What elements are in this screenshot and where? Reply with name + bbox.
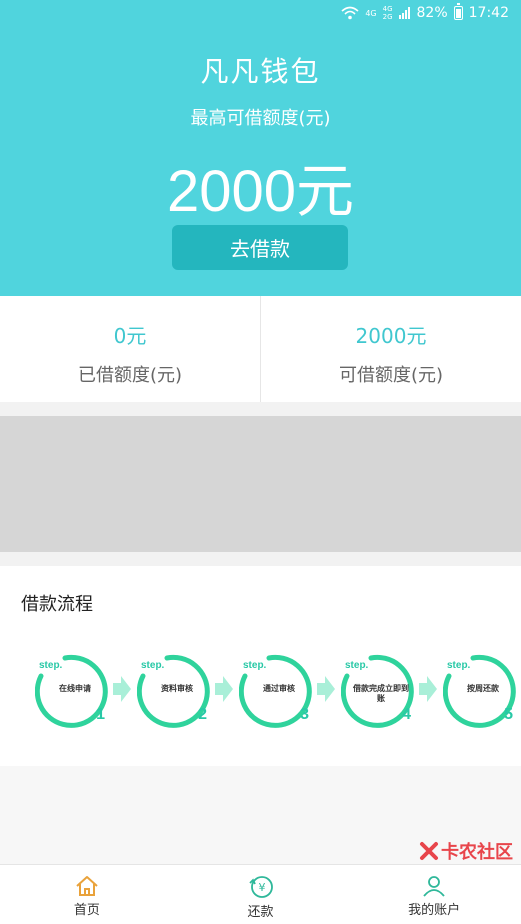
battery-percent: 82% [416,5,448,21]
home-icon [76,876,98,896]
step-text: 通过审核 [263,684,295,693]
borrowed-credit-stat: 0元 已借额度(元) [0,296,260,402]
step-number: 3 [300,706,309,723]
process-step-3: step. 通过审核 3 [239,654,315,730]
network-dual-label: 4G 2G [382,5,393,21]
step-number: 2 [198,706,207,723]
process-step-1: step. 在线申请 1 [35,654,111,730]
hero-header: 4G 4G 2G 82% 17:42 凡凡钱包 最高可借额度(元) 2000元 … [0,0,521,296]
step-arrow-icon [419,676,437,702]
watermark-logo: 卡农社区 [419,838,513,864]
available-credit-value: 2000元 [355,324,427,348]
battery-icon [453,3,463,20]
app-title: 凡凡钱包 [200,55,321,88]
process-step-4: step. 借款完成立即到账 4 [341,654,417,730]
svg-text:¥: ¥ [258,881,265,894]
step-number: 4 [402,706,411,723]
step-word: step. [39,660,63,671]
clock-time: 17:42 [468,5,509,21]
status-icons: 4G 4G 2G 82% 17:42 [341,3,509,21]
loan-process-section: 借款流程 step. 在线申请 1 step. 资料审核 2 step. 通过审核 3 step.… [0,566,521,766]
step-word: step. [447,660,471,671]
tab-home-label: 首页 [73,903,100,918]
tab-account[interactable]: 我的账户 [347,865,521,924]
process-title: 借款流程 [21,594,93,615]
network-4g-label: 4G [365,8,377,18]
max-credit-amount: 2000元 [166,159,355,224]
available-credit-label: 可借额度(元) [338,365,444,386]
step-text: 借款完成立即到账 [353,684,409,703]
repay-icon: ¥ [248,876,273,898]
borrowed-credit-label: 已借额度(元) [77,365,183,386]
tab-repay-label: 还款 [247,905,274,920]
process-steps: step. 在线申请 1 step. 资料审核 2 step. 通过审核 3 step. 借款完成立… [0,654,521,734]
max-credit-label: 最高可借额度(元) [190,108,331,129]
step-text: 在线申请 [59,684,91,693]
step-text: 资料审核 [161,684,193,693]
step-text: 按周还款 [467,684,499,693]
tab-repay[interactable]: ¥ 还款 [174,865,348,924]
step-arrow-icon [215,676,233,702]
tab-home[interactable]: 首页 [0,865,174,924]
tab-account-label: 我的账户 [408,903,461,918]
step-arrow-icon [113,676,131,702]
step-word: step. [345,660,369,671]
signal-icon [398,7,410,19]
watermark-text: 卡农社区 [441,842,513,863]
banner-placeholder[interactable] [0,416,521,552]
borrowed-credit-value: 0元 [113,324,147,348]
step-word: step. [243,660,267,671]
credit-stats: 0元 已借额度(元) 2000元 可借额度(元) [0,296,521,402]
step-arrow-icon [317,676,335,702]
process-step-2: step. 资料审核 2 [137,654,213,730]
wifi-icon [341,6,359,20]
step-number: 1 [96,706,105,723]
account-icon [423,876,445,897]
step-number: 5 [504,706,513,723]
bottom-tab-bar: 首页 ¥ 还款 我的账户 [0,864,521,924]
borrow-button[interactable]: 去借款 [172,225,348,270]
available-credit-stat: 2000元 可借额度(元) [260,296,521,402]
watermark-x-icon [420,842,438,860]
process-step-5: step. 按周还款 5 [443,654,519,730]
status-bar: 4G 4G 2G 82% 17:42 [0,0,521,30]
step-word: step. [141,660,165,671]
